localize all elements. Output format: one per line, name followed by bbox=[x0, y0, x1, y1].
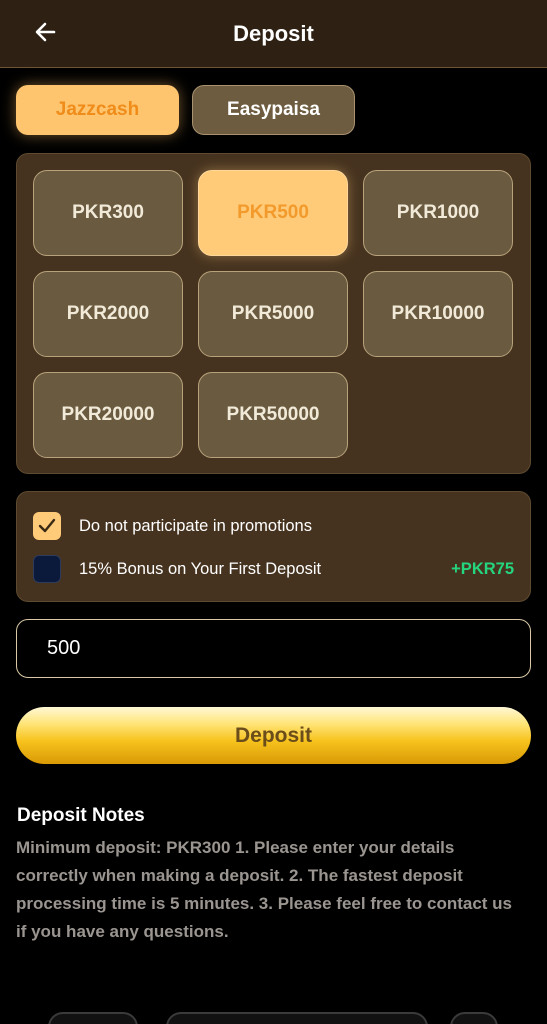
tab-jazzcash[interactable]: Jazzcash bbox=[16, 85, 179, 135]
amount-option-pkr1000[interactable]: PKR1000 bbox=[363, 170, 513, 256]
payment-method-tabs: Jazzcash Easypaisa bbox=[16, 85, 355, 135]
amount-options-panel: PKR300 PKR500 PKR1000 PKR2000 PKR5000 PK… bbox=[16, 153, 531, 474]
amount-option-pkr300[interactable]: PKR300 bbox=[33, 170, 183, 256]
amount-input[interactable] bbox=[16, 619, 531, 678]
page-title: Deposit bbox=[233, 20, 314, 46]
bonus-amount: +PKR75 bbox=[451, 560, 514, 578]
tab-easypaisa[interactable]: Easypaisa bbox=[192, 85, 355, 135]
amount-option-pkr20000[interactable]: PKR20000 bbox=[33, 372, 183, 458]
amount-option-pkr2000[interactable]: PKR2000 bbox=[33, 271, 183, 357]
promotion-panel: Do not participate in promotions 15% Bon… bbox=[16, 491, 531, 602]
deposit-notes-body: Minimum deposit: PKR300 1. Please enter … bbox=[16, 838, 513, 941]
deposit-button[interactable]: Deposit bbox=[16, 707, 531, 764]
checkmark-icon bbox=[38, 518, 56, 533]
amount-option-pkr500[interactable]: PKR500 bbox=[198, 170, 348, 256]
top-bar: Deposit bbox=[0, 0, 547, 68]
no-promotion-checkbox[interactable] bbox=[33, 512, 61, 540]
amount-option-pkr5000[interactable]: PKR5000 bbox=[198, 271, 348, 357]
bonus-label: 15% Bonus on Your First Deposit bbox=[79, 559, 322, 578]
bonus-checkbox[interactable] bbox=[33, 555, 61, 583]
no-promotion-label: Do not participate in promotions bbox=[79, 516, 312, 535]
bottom-nav-item[interactable] bbox=[48, 1012, 138, 1024]
bottom-nav-item[interactable] bbox=[166, 1012, 428, 1024]
amount-option-pkr50000[interactable]: PKR50000 bbox=[198, 372, 348, 458]
back-arrow-icon[interactable] bbox=[30, 18, 62, 46]
deposit-notes-title: Deposit Notes bbox=[17, 805, 145, 826]
no-promotion-row: Do not participate in promotions bbox=[33, 512, 312, 540]
bottom-nav-item[interactable] bbox=[450, 1012, 498, 1024]
amount-option-pkr10000[interactable]: PKR10000 bbox=[363, 271, 513, 357]
bonus-row: 15% Bonus on Your First Deposit bbox=[33, 555, 321, 583]
